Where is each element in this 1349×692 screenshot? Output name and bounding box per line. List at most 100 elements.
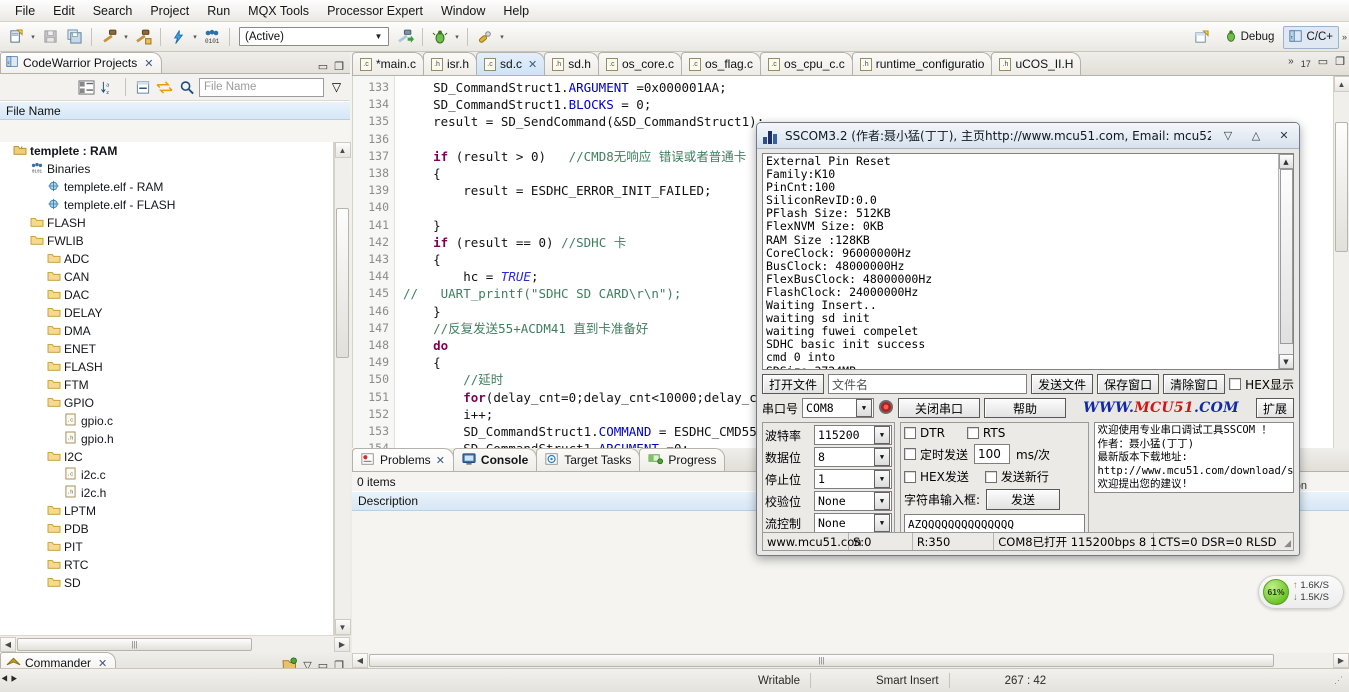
sscom-dialog[interactable]: SSCOM3.2 (作者:聂小猛(丁丁), 主页http://www.mcu51… — [756, 122, 1300, 556]
tab-codewarrior-projects[interactable]: c CodeWarrior Projects ✕ — [0, 52, 163, 73]
chevron-down-icon[interactable]: ▼ — [874, 426, 890, 444]
scroll-down-icon[interactable]: ▼ — [334, 619, 351, 635]
tree-item[interactable]: c templete : RAM — [0, 142, 333, 160]
tree-item[interactable]: .h i2c.h — [0, 484, 333, 502]
flash-dropdown-icon[interactable]: ▾ — [191, 33, 199, 41]
build-configuration-combo[interactable]: (Active) ▼ — [239, 27, 389, 46]
sscom-terminal[interactable]: External Pin Reset Family:K10 PinCnt:100… — [762, 153, 1294, 370]
checkbox-box[interactable] — [966, 427, 979, 439]
build-hammer-icon[interactable] — [98, 26, 120, 48]
checkbox-box[interactable] — [1229, 378, 1242, 390]
menu-item-project[interactable]: Project — [141, 2, 198, 20]
tree-item[interactable]: DAC — [0, 286, 333, 304]
scroll-left-icon[interactable]: ◀ — [352, 653, 368, 668]
menu-item-mqx-tools[interactable]: MQX Tools — [239, 2, 318, 20]
tree-item[interactable]: DELAY — [0, 304, 333, 322]
tree-item[interactable]: .c gpio.c — [0, 412, 333, 430]
sscom-titlebar[interactable]: SSCOM3.2 (作者:聂小猛(丁丁), 主页http://www.mcu51… — [757, 123, 1299, 149]
minimize-icon[interactable]: ▭ — [1318, 55, 1328, 68]
open-perspective-button[interactable] — [1188, 27, 1215, 48]
send-string-input[interactable]: AZQQQQQQQQQQQQQQ — [904, 514, 1086, 534]
maximize-icon[interactable]: ❐ — [334, 60, 344, 73]
scroll-right-icon[interactable]: ▶ — [1333, 653, 1349, 668]
menu-item-edit[interactable]: Edit — [44, 2, 84, 20]
editor-tab[interactable]: .c *main.c — [352, 52, 425, 75]
menu-item-processor-expert[interactable]: Processor Expert — [318, 2, 432, 20]
tree-item[interactable]: 0101 Binaries — [0, 160, 333, 178]
network-speed-widget[interactable]: 61% ↑ 1.6K/S ↓ 1.5K/S — [1258, 575, 1344, 609]
mcu51-logo[interactable]: WWW.MCU51.COM — [1070, 400, 1252, 416]
close-icon[interactable]: ✕ — [144, 57, 153, 70]
serial-param-combo[interactable]: 115200 ▼ — [814, 425, 892, 445]
perspective-debug[interactable]: Debug — [1218, 26, 1281, 49]
run-icon[interactable] — [474, 26, 496, 48]
help-button[interactable]: 帮助 — [984, 398, 1067, 418]
checkbox-box[interactable] — [904, 427, 916, 439]
tree-item[interactable]: PIT — [0, 538, 333, 556]
dtr-checkbox[interactable]: DTR — [904, 426, 945, 440]
scroll-up-icon[interactable]: ▲ — [1333, 76, 1349, 92]
perspective-overflow-icon[interactable]: » — [1342, 32, 1347, 42]
clear-window-button[interactable]: 清除窗口 — [1163, 374, 1226, 394]
scroll-thumb[interactable] — [1335, 122, 1348, 252]
send-file-button[interactable]: 发送文件 — [1031, 374, 1094, 394]
scroll-up-icon[interactable]: ▲ — [1278, 154, 1293, 169]
tree-item[interactable]: DMA — [0, 322, 333, 340]
show-categories-icon[interactable] — [77, 78, 96, 97]
editor-overflow-icon[interactable]: » — [1288, 56, 1294, 67]
port-combo[interactable]: COM8 ▼ — [802, 398, 875, 418]
tree-item[interactable]: I2C — [0, 448, 333, 466]
bottom-panel-tab[interactable]: Console — [452, 448, 538, 471]
save-all-icon[interactable] — [63, 26, 85, 48]
binary-0101-icon[interactable]: 0101 — [201, 26, 223, 48]
file-name-filter-input[interactable]: File Name — [199, 77, 324, 97]
collapse-all-icon[interactable] — [133, 78, 152, 97]
serial-param-combo[interactable]: None ▼ — [814, 513, 892, 533]
checkbox-box[interactable] — [984, 470, 997, 483]
editor-tab[interactable]: .h isr.h — [423, 52, 478, 75]
editor-tab[interactable]: .h runtime_configuratio — [851, 52, 993, 75]
minimize-icon[interactable]: ▽ — [1217, 127, 1239, 145]
tree-item[interactable]: LPTM — [0, 502, 333, 520]
editor-vscrollbar[interactable]: ▲ ▼ — [1333, 76, 1349, 466]
editor-tab[interactable]: .c os_core.c — [597, 52, 682, 75]
chevron-down-icon[interactable]: ▼ — [874, 448, 890, 466]
resize-grip-icon[interactable]: ◢ — [1281, 533, 1293, 550]
view-menu-icon[interactable]: ▽ — [327, 78, 346, 97]
run-dropdown-icon[interactable]: ▾ — [498, 33, 506, 41]
terminal-vscrollbar[interactable]: ▲ ▼ — [1278, 154, 1293, 369]
close-icon[interactable]: ✕ — [1273, 127, 1295, 145]
chevron-down-icon[interactable]: ▼ — [874, 514, 890, 532]
open-file-button[interactable]: 打开文件 — [762, 374, 825, 394]
checkbox-box[interactable] — [904, 448, 916, 460]
hex-display-checkbox[interactable]: HEX显示 — [1229, 376, 1294, 393]
maximize-icon[interactable]: ❐ — [1335, 55, 1345, 68]
workbench-hscrollbar[interactable]: ◀ ||| ▶ — [352, 653, 1349, 668]
menu-item-help[interactable]: Help — [494, 2, 538, 20]
project-tree[interactable]: c templete : RAM 0101 Binaries templete.elf … — [0, 142, 334, 635]
close-icon[interactable]: ✕ — [436, 454, 445, 467]
serial-param-combo[interactable]: 1 ▼ — [814, 469, 892, 489]
menu-item-file[interactable]: File — [6, 2, 44, 20]
send-newline-checkbox[interactable]: 发送新行 — [984, 468, 1049, 485]
serial-param-combo[interactable]: None ▼ — [814, 491, 892, 511]
build-config-icon[interactable] — [394, 26, 416, 48]
tree-item[interactable]: templete.elf - RAM — [0, 178, 333, 196]
new-file-icon[interactable] — [5, 26, 27, 48]
save-icon[interactable] — [39, 26, 61, 48]
tree-item[interactable]: GPIO — [0, 394, 333, 412]
resize-grip-icon[interactable]: ⋰ — [1334, 675, 1343, 686]
bottom-panel-tab[interactable]: Problems ✕ — [352, 448, 454, 471]
send-button[interactable]: 发送 — [986, 489, 1061, 510]
scroll-right-icon[interactable]: ▶ — [334, 636, 350, 652]
editor-tab[interactable]: .h uCOS_II.H — [991, 52, 1082, 75]
filename-input[interactable]: 文件名 — [828, 374, 1028, 394]
editor-tab[interactable]: .c os_flag.c — [680, 52, 762, 75]
tree-item[interactable]: ADC — [0, 250, 333, 268]
link-with-editor-icon[interactable] — [155, 78, 174, 97]
timed-send-checkbox[interactable]: 定时发送 — [904, 446, 968, 463]
timed-send-interval-input[interactable]: 100 — [974, 444, 1011, 464]
tree-item[interactable]: CAN — [0, 268, 333, 286]
editor-tab[interactable]: .h sd.h — [544, 52, 599, 75]
project-tree-vscrollbar[interactable]: ▲ ▼ — [334, 142, 351, 635]
